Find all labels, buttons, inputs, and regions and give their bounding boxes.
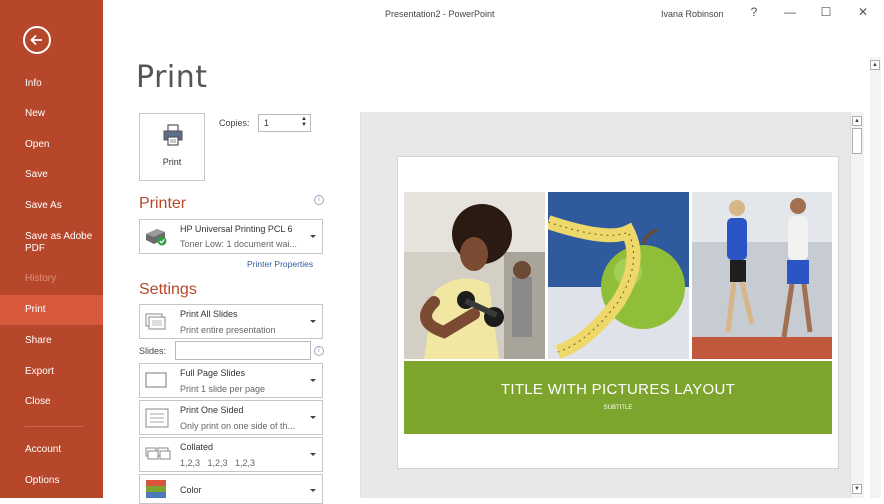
printer-status: Toner Low: 1 document wai... — [180, 239, 298, 249]
nav-save-as-adobe-pdf[interactable]: Save as Adobe PDF — [0, 227, 95, 263]
collation-title: Collated — [180, 442, 214, 452]
layout-title: Full Page Slides — [180, 368, 246, 378]
collation-desc: 1,2,3 1,2,3 1,2,3 — [180, 458, 256, 468]
preview-scrollbar[interactable]: ▲ ▼ — [850, 112, 864, 498]
title-bar: Presentation2 - PowerPoint Ivana Robinso… — [103, 0, 884, 36]
color-title: Color — [180, 485, 202, 495]
sides-desc: Only print on one side of th... — [180, 421, 296, 431]
scroll-thumb[interactable] — [852, 128, 862, 154]
nav-account[interactable]: Account — [0, 435, 103, 465]
layout-desc: Print 1 slide per page — [180, 384, 266, 394]
help-button[interactable]: ? — [747, 5, 761, 19]
printer-name: HP Universal Printing PCL 6 — [180, 224, 293, 234]
window-title: Presentation2 - PowerPoint — [385, 9, 495, 19]
printer-icon — [163, 124, 183, 146]
nav-share[interactable]: Share — [0, 326, 103, 356]
slide-title: TITLE WITH PICTURES LAYOUT — [500, 381, 736, 398]
printer-info-icon[interactable]: i — [314, 195, 324, 205]
slide-title-band: TITLE WITH PICTURES LAYOUT SUBTITLE — [404, 361, 832, 434]
nav-open[interactable]: Open — [0, 130, 103, 160]
all-slides-icon — [145, 313, 166, 330]
layout-dropdown[interactable]: Full Page Slides Print 1 slide per page — [139, 363, 323, 398]
slides-input[interactable] — [175, 341, 311, 360]
printer-heading: Printer — [139, 195, 187, 212]
slides-label: Slides: — [139, 346, 167, 356]
copies-stepper[interactable]: 1 ▲ ▼ — [258, 114, 311, 132]
slide-preview: TITLE WITH PICTURES LAYOUT SUBTITLE — [397, 156, 839, 469]
minimize-button[interactable]: — — [783, 5, 797, 19]
sides-dropdown[interactable]: Print One Sided Only print on one side o… — [139, 400, 323, 435]
scroll-down-icon[interactable]: ▼ — [852, 484, 862, 494]
full-page-slide-icon — [145, 372, 167, 388]
color-swatch-icon — [146, 480, 166, 498]
photo-runners — [692, 192, 832, 359]
slide-subtitle: SUBTITLE — [603, 405, 633, 411]
close-button[interactable]: ✕ — [856, 5, 870, 19]
nav-close[interactable]: Close — [0, 387, 103, 417]
chevron-down-icon — [310, 489, 316, 492]
nav-info[interactable]: Info — [0, 69, 103, 99]
collated-icon — [145, 447, 171, 460]
page-scroll-up-icon[interactable]: ▲ — [870, 60, 880, 70]
page-scrollbar[interactable]: ▲ — [870, 57, 881, 498]
chevron-down-icon — [310, 235, 316, 238]
chevron-down-icon — [310, 453, 316, 456]
nav-options[interactable]: Options — [0, 466, 103, 496]
color-dropdown[interactable]: Color — [139, 474, 323, 504]
nav-history: History — [25, 273, 57, 284]
spin-arrows-icon[interactable]: ▲ ▼ — [301, 116, 307, 128]
slides-info-icon[interactable]: i — [314, 346, 324, 356]
back-arrow-icon[interactable] — [23, 26, 51, 54]
backstage-sidebar: Info New Open Save Save As Save as Adobe… — [0, 0, 103, 498]
printer-properties-link[interactable]: Printer Properties — [247, 259, 313, 269]
print-button[interactable]: Print — [139, 113, 205, 181]
print-range-title: Print All Slides — [180, 309, 238, 319]
printer-dropdown[interactable]: HP Universal Printing PCL 6 Toner Low: 1… — [139, 219, 323, 254]
print-button-label: Print — [162, 157, 182, 167]
copies-value: 1 — [264, 118, 270, 128]
nav-divider — [25, 426, 83, 427]
nav-new[interactable]: New — [0, 99, 103, 129]
print-range-dropdown[interactable]: Print All Slides Print entire presentati… — [139, 304, 323, 339]
copies-label: Copies: — [219, 118, 250, 128]
maximize-button[interactable]: ☐ — [819, 5, 833, 19]
print-range-desc: Print entire presentation — [180, 325, 276, 335]
nav-save-as[interactable]: Save As — [0, 191, 103, 221]
chevron-down-icon — [310, 379, 316, 382]
sides-title: Print One Sided — [180, 405, 244, 415]
page-title: Print — [136, 60, 208, 95]
collation-dropdown[interactable]: Collated 1,2,3 1,2,3 1,2,3 — [139, 437, 323, 472]
photo-weights — [404, 192, 545, 359]
scroll-up-icon[interactable]: ▲ — [852, 116, 862, 126]
settings-heading: Settings — [139, 281, 197, 298]
one-sided-icon — [145, 408, 169, 428]
printer-ready-icon — [146, 229, 167, 246]
nav-export[interactable]: Export — [0, 357, 103, 387]
chevron-down-icon — [310, 416, 316, 419]
photo-apple — [548, 192, 689, 359]
nav-print[interactable]: Print — [0, 295, 103, 325]
user-name[interactable]: Ivana Robinson — [661, 9, 724, 19]
nav-save[interactable]: Save — [0, 160, 103, 190]
chevron-down-icon — [310, 320, 316, 323]
